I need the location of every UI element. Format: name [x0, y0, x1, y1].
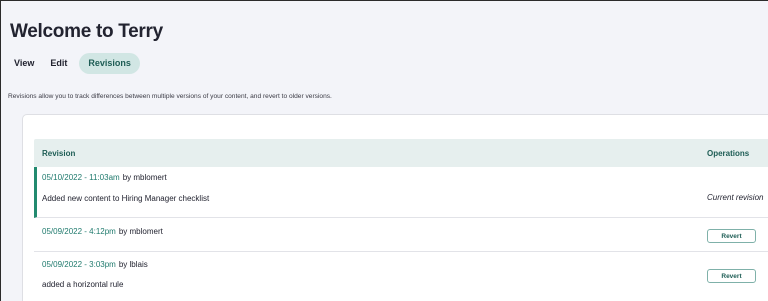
revision-author: by mblomert	[122, 173, 167, 182]
column-header-operations: Operations	[707, 148, 750, 158]
page-title: Welcome to Terry	[10, 21, 163, 42]
revision-date-link[interactable]: 05/10/2022 - 11:03am	[42, 173, 120, 182]
revision-meta: 05/09/2022 - 3:03pm by lblais	[42, 260, 148, 269]
table-row: 05/10/2022 - 11:03am by mblomert Added n…	[34, 167, 768, 218]
revision-meta: 05/10/2022 - 11:03am by mblomert	[42, 173, 167, 182]
local-tasks-tabs: View Edit Revisions	[10, 53, 140, 74]
table-header: Revision Operations	[34, 139, 768, 167]
revisions-help-text: Revisions allow you to track differences…	[8, 93, 332, 100]
revisions-table: Revision Operations 05/10/2022 - 11:03am…	[34, 139, 768, 301]
revert-button[interactable]: Revert	[707, 269, 756, 283]
revision-log-message: added a horizontal rule	[42, 280, 124, 289]
tab-view[interactable]: View	[10, 53, 42, 74]
tab-edit[interactable]: Edit	[42, 53, 75, 74]
revision-date-link[interactable]: 05/09/2022 - 3:03pm	[42, 260, 116, 269]
revert-button[interactable]: Revert	[707, 229, 756, 243]
revision-date-link[interactable]: 05/09/2022 - 4:12pm	[42, 227, 116, 236]
column-header-revision: Revision	[42, 148, 76, 158]
tab-revisions[interactable]: Revisions	[79, 53, 140, 74]
current-revision-label: Current revision	[707, 193, 764, 202]
page-frame: Welcome to Terry View Edit Revisions Rev…	[0, 0, 768, 301]
table-row: 05/09/2022 - 4:12pm by mblomert Revert	[34, 218, 768, 252]
revision-meta: 05/09/2022 - 4:12pm by mblomert	[42, 227, 163, 236]
revision-author: by mblomert	[118, 227, 163, 236]
revision-log-message: Added new content to Hiring Manager chec…	[42, 194, 210, 203]
revision-author: by lblais	[118, 260, 148, 269]
table-row: 05/09/2022 - 3:03pm by lblais added a ho…	[34, 252, 768, 301]
